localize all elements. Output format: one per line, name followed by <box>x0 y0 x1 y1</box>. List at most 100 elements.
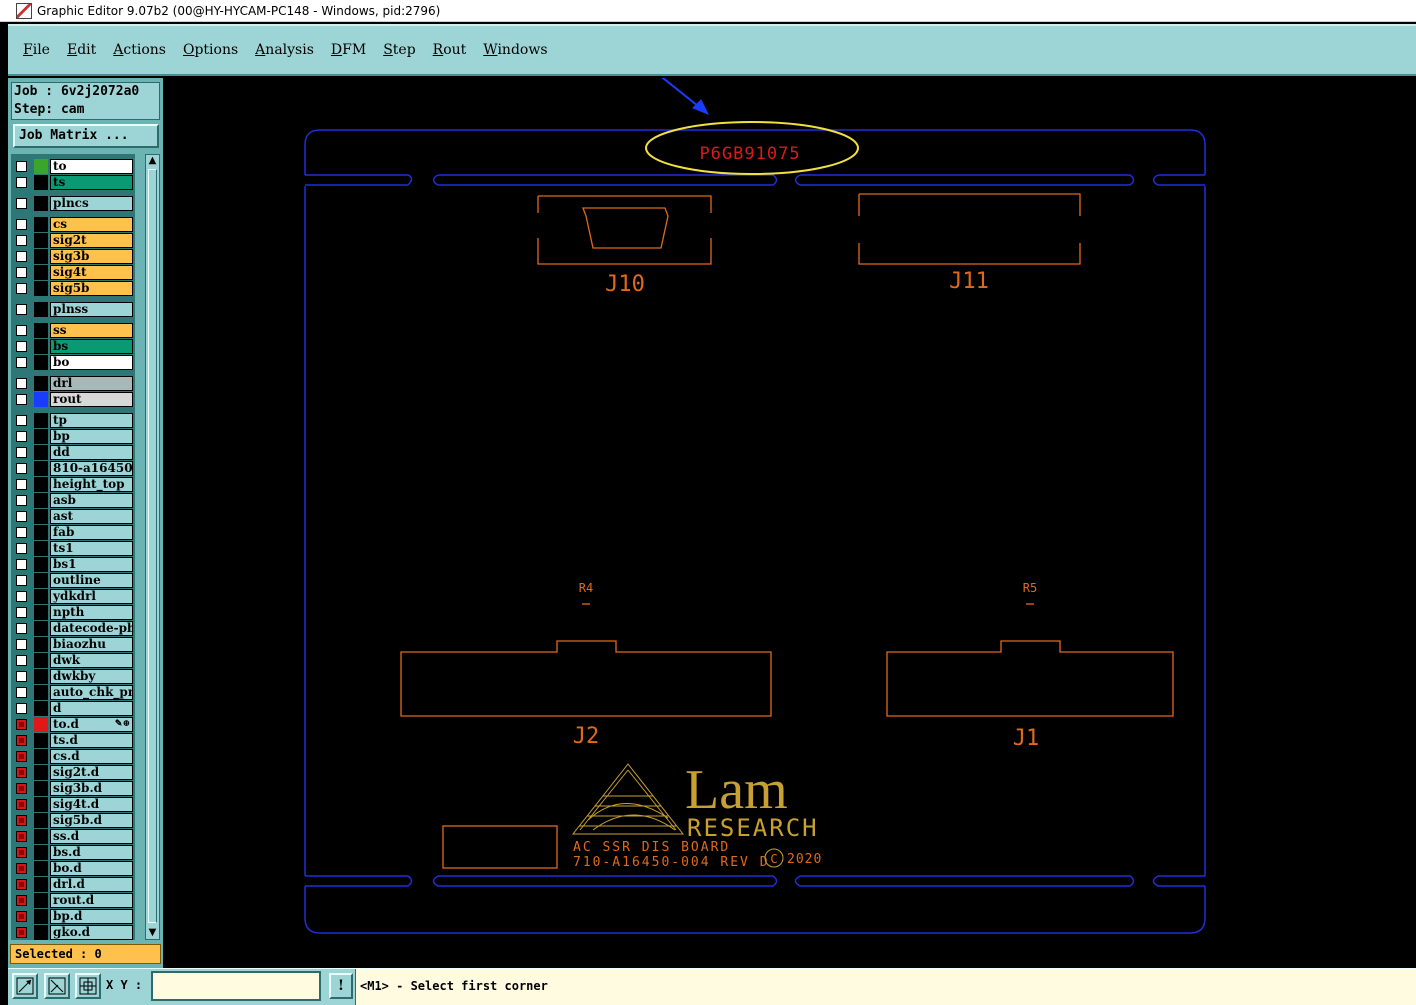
layer-name[interactable]: bs1 <box>50 557 133 572</box>
menu-dfm[interactable]: DFM <box>331 42 366 58</box>
layer-checkbox[interactable] <box>16 895 27 906</box>
layer-color-swatch[interactable] <box>34 477 48 492</box>
layer-checkbox[interactable] <box>16 527 27 538</box>
layer-color-swatch[interactable] <box>34 175 48 190</box>
menu-analysis[interactable]: Analysis <box>255 42 314 58</box>
layer-color-swatch[interactable] <box>34 302 48 317</box>
layer-name[interactable]: cs.d <box>50 749 133 764</box>
layer-name[interactable]: tp <box>50 413 133 428</box>
layer-color-swatch[interactable] <box>34 573 48 588</box>
layer-checkbox[interactable] <box>16 719 27 730</box>
layer-checkbox[interactable] <box>16 463 27 474</box>
layer-checkbox[interactable] <box>16 911 27 922</box>
layer-row-rout[interactable]: rout <box>13 392 135 407</box>
warning-button[interactable]: ! <box>329 973 353 999</box>
layer-row-plncs[interactable]: plncs <box>13 196 135 211</box>
layer-name[interactable]: datecode-pbc <box>50 621 133 636</box>
layer-row-gko.d[interactable]: gko.d <box>13 925 135 940</box>
layer-name[interactable]: bo.d <box>50 861 133 876</box>
layer-checkbox[interactable] <box>16 394 27 405</box>
layer-row-sig2t[interactable]: sig2t <box>13 233 135 248</box>
layer-checkbox[interactable] <box>16 447 27 458</box>
layer-checkbox[interactable] <box>16 479 27 490</box>
layer-checkbox[interactable] <box>16 879 27 890</box>
layer-name[interactable]: ss <box>50 323 133 338</box>
layer-color-swatch[interactable] <box>34 413 48 428</box>
layer-checkbox[interactable] <box>16 177 27 188</box>
layer-row-tp[interactable]: tp <box>13 413 135 428</box>
layer-checkbox[interactable] <box>16 783 27 794</box>
layer-color-swatch[interactable] <box>34 621 48 636</box>
layer-checkbox[interactable] <box>16 378 27 389</box>
layer-checkbox[interactable] <box>16 655 27 666</box>
layer-row-cs[interactable]: cs <box>13 217 135 232</box>
layer-row-outline[interactable]: outline <box>13 573 135 588</box>
scroll-up-icon[interactable]: ▲ <box>147 155 158 167</box>
menu-windows[interactable]: Windows <box>483 42 547 58</box>
layer-color-swatch[interactable] <box>34 749 48 764</box>
layer-row-drl[interactable]: drl <box>13 376 135 391</box>
job-matrix-button[interactable]: Job Matrix ... <box>13 124 159 148</box>
layer-checkbox[interactable] <box>16 639 27 650</box>
layer-checkbox[interactable] <box>16 219 27 230</box>
layer-checkbox[interactable] <box>16 198 27 209</box>
layer-row-ss[interactable]: ss <box>13 323 135 338</box>
layer-checkbox[interactable] <box>16 495 27 506</box>
layer-name[interactable]: sig5b.d <box>50 813 133 828</box>
layer-row-d[interactable]: d <box>13 701 135 716</box>
layer-row-biaozhu[interactable]: biaozhu <box>13 637 135 652</box>
layer-checkbox[interactable] <box>16 751 27 762</box>
layer-color-swatch[interactable] <box>34 685 48 700</box>
layer-color-swatch[interactable] <box>34 669 48 684</box>
scroll-down-icon[interactable]: ▼ <box>147 927 158 939</box>
layer-row-bp[interactable]: bp <box>13 429 135 444</box>
layer-checkbox[interactable] <box>16 431 27 442</box>
menu-actions[interactable]: Actions <box>113 42 166 58</box>
layer-name[interactable]: bs.d <box>50 845 133 860</box>
layer-row-ast[interactable]: ast <box>13 509 135 524</box>
layer-checkbox[interactable] <box>16 325 27 336</box>
layer-row-height_top[interactable]: height_top <box>13 477 135 492</box>
layer-row-ts1[interactable]: ts1 <box>13 541 135 556</box>
layer-row-dd[interactable]: dd <box>13 445 135 460</box>
layer-color-swatch[interactable] <box>34 893 48 908</box>
layer-checkbox[interactable] <box>16 357 27 368</box>
layer-row-plnss[interactable]: plnss <box>13 302 135 317</box>
menu-step[interactable]: Step <box>383 42 415 58</box>
layer-row-sig4t.d[interactable]: sig4t.d <box>13 797 135 812</box>
layer-color-swatch[interactable] <box>34 217 48 232</box>
zoom-window-button[interactable] <box>12 973 38 999</box>
layer-name[interactable]: bp <box>50 429 133 444</box>
layer-color-swatch[interactable] <box>34 355 48 370</box>
layer-row-bo[interactable]: bo <box>13 355 135 370</box>
layer-name[interactable]: to <box>50 159 133 174</box>
layer-checkbox[interactable] <box>16 267 27 278</box>
layer-row-bs.d[interactable]: bs.d <box>13 845 135 860</box>
layer-name[interactable]: npth <box>50 605 133 620</box>
layer-name[interactable]: bs <box>50 339 133 354</box>
layer-color-swatch[interactable] <box>34 376 48 391</box>
layer-checkbox[interactable] <box>16 799 27 810</box>
layer-checkbox[interactable] <box>16 831 27 842</box>
layer-name[interactable]: ydkdrl <box>50 589 133 604</box>
layer-checkbox[interactable] <box>16 511 27 522</box>
layer-color-swatch[interactable] <box>34 196 48 211</box>
layer-row-ydkdrl[interactable]: ydkdrl <box>13 589 135 604</box>
layer-color-swatch[interactable] <box>34 845 48 860</box>
layer-color-swatch[interactable] <box>34 557 48 572</box>
layer-row-sig5b.d[interactable]: sig5b.d <box>13 813 135 828</box>
layer-color-swatch[interactable] <box>34 781 48 796</box>
layer-checkbox[interactable] <box>16 161 27 172</box>
layer-name[interactable]: biaozhu <box>50 637 133 652</box>
layer-checkbox[interactable] <box>16 575 27 586</box>
layer-name[interactable]: sig2t.d <box>50 765 133 780</box>
layer-row-ts[interactable]: ts <box>13 175 135 190</box>
layer-name[interactable]: height_top <box>50 477 133 492</box>
layer-name[interactable]: cs <box>50 217 133 232</box>
layer-color-swatch[interactable] <box>34 159 48 174</box>
menu-options[interactable]: Options <box>183 42 238 58</box>
layer-scrollbar[interactable]: ▲ ▼ <box>145 154 160 940</box>
layer-checkbox[interactable] <box>16 703 27 714</box>
layer-checkbox[interactable] <box>16 607 27 618</box>
layer-name[interactable]: dd <box>50 445 133 460</box>
